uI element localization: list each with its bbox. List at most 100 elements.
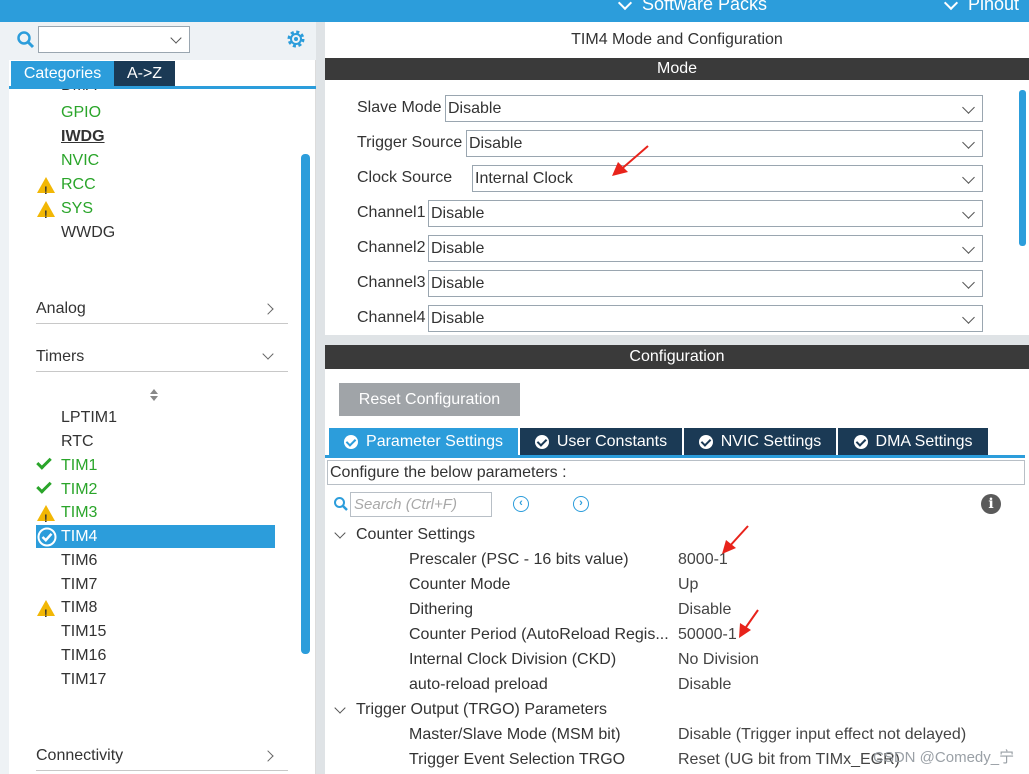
sort-icon[interactable]	[149, 388, 159, 407]
list-item-selected[interactable]: TIM4	[37, 525, 98, 549]
list-item[interactable]: DMA	[61, 89, 97, 98]
select-value: Disable	[431, 310, 485, 327]
list-item[interactable]: LPTIM1	[61, 406, 117, 430]
configuration-header: Configuration	[325, 345, 1029, 369]
param-name: Counter Mode	[409, 576, 511, 593]
chevron-right-icon	[262, 302, 274, 315]
chevron-down-icon	[962, 101, 975, 114]
check-circle-icon	[534, 434, 549, 449]
param-name: Trigger Event Selection TRGO	[409, 751, 626, 768]
clock-source-select[interactable]: Internal Clock	[472, 165, 983, 192]
list-item[interactable]: TIM17	[61, 668, 106, 692]
gear-icon[interactable]	[285, 28, 307, 55]
annotation-arrow	[739, 609, 759, 638]
chevron-down-icon	[962, 206, 975, 219]
list-item[interactable]: TIM16	[61, 644, 106, 668]
pinout-menu[interactable]: Pinout	[943, 0, 1020, 15]
tab-nvic-settings[interactable]: NVIC Settings	[684, 428, 836, 455]
counter-settings-group[interactable]: Counter Settings	[334, 523, 476, 547]
left-scrollbar[interactable]	[301, 154, 310, 654]
chevron-down-icon	[962, 136, 975, 149]
slave-mode-select[interactable]: Disable	[445, 95, 983, 122]
list-item-label: SYS	[61, 200, 94, 217]
chevron-down-icon	[962, 171, 975, 184]
panel-divider	[316, 335, 1029, 345]
category-analog[interactable]: Analog	[36, 294, 288, 324]
clock-source-label: Clock Source	[357, 169, 453, 186]
tab-categories[interactable]: Categories	[11, 61, 114, 86]
tab-label: NVIC Settings	[720, 432, 822, 450]
param-value[interactable]: Disable	[678, 598, 731, 622]
param-name: Master/Slave Mode (MSM bit)	[409, 726, 621, 743]
list-item[interactable]: IWDG	[61, 125, 105, 149]
list-item[interactable]: SYS	[37, 197, 94, 227]
channel1-select[interactable]: Disable	[428, 200, 983, 227]
annotation-arrow	[612, 145, 649, 176]
mode-scrollbar[interactable]	[1019, 90, 1026, 246]
list-item[interactable]: TIM8	[37, 596, 97, 626]
channel4-label: Channel4	[357, 309, 426, 326]
tab-dma-settings[interactable]: DMA Settings	[838, 428, 988, 455]
warning-icon	[37, 600, 55, 626]
annotation-arrow	[722, 525, 749, 554]
list-item[interactable]: GPIO	[61, 101, 101, 125]
param-value[interactable]: Up	[678, 573, 698, 597]
system-core-list: DMA GPIO IWDG NVIC RCC SYS WWDG	[9, 89, 301, 249]
param-name: Prescaler (PSC - 16 bits value)	[409, 551, 629, 568]
list-item[interactable]: TIM3	[37, 501, 98, 531]
search-icon[interactable]	[333, 496, 349, 517]
list-item[interactable]: RTC	[61, 430, 94, 454]
search-next-icon[interactable]: ›	[573, 496, 589, 512]
param-name: Counter Period (AutoReload Regis...	[409, 626, 669, 643]
warning-icon	[37, 177, 55, 203]
list-item[interactable]: RCC	[37, 173, 96, 203]
search-icon[interactable]	[16, 30, 36, 55]
param-name: auto-reload preload	[409, 676, 548, 693]
list-item[interactable]: TIM7	[61, 573, 97, 597]
list-item[interactable]: WWDG	[61, 221, 115, 245]
select-value: Disable	[469, 135, 523, 152]
channel3-label: Channel3	[357, 274, 426, 291]
group-title: Counter Settings	[356, 526, 476, 543]
param-value[interactable]: Disable	[678, 673, 731, 697]
list-item[interactable]: TIM6	[61, 549, 97, 573]
tab-a-to-z[interactable]: A->Z	[114, 61, 175, 86]
list-item[interactable]: TIM1	[36, 454, 98, 478]
trgo-parameters-group[interactable]: Trigger Output (TRGO) Parameters	[334, 698, 608, 722]
parameter-search-input[interactable]: Search (Ctrl+F)	[350, 492, 492, 517]
list-item[interactable]: TIM15	[61, 620, 106, 644]
tab-parameter-settings[interactable]: Parameter Settings	[329, 428, 518, 455]
list-item-label: TIM3	[61, 504, 98, 521]
category-timers[interactable]: Timers	[36, 342, 288, 372]
info-icon[interactable]: i	[981, 494, 1001, 514]
panel-title: TIM4 Mode and Configuration	[571, 31, 783, 48]
reset-configuration-button[interactable]: Reset Configuration	[339, 383, 520, 416]
pinout-label: Pinout	[968, 0, 1020, 14]
select-value: Disable	[431, 275, 485, 292]
param-value[interactable]: Disable (Trigger input effect not delaye…	[678, 723, 966, 747]
group-title: Trigger Output (TRGO) Parameters	[356, 701, 608, 718]
param-value[interactable]: 50000-1	[678, 623, 737, 647]
category-connectivity[interactable]: Connectivity	[36, 741, 288, 771]
tab-user-constants[interactable]: User Constants	[520, 428, 682, 455]
watermark: CSDN @Comedy_宁	[873, 749, 1015, 766]
trigger-source-select[interactable]: Disable	[466, 130, 983, 157]
search-previous-icon[interactable]: ‹	[513, 496, 529, 512]
channel4-select[interactable]: Disable	[428, 305, 983, 332]
list-item-label: TIM1	[61, 457, 98, 474]
category-label: Analog	[36, 299, 86, 317]
channel3-select[interactable]: Disable	[428, 270, 983, 297]
chevron-down-icon	[170, 32, 182, 44]
list-item[interactable]: TIM2	[36, 478, 97, 502]
category-search-combo[interactable]	[38, 26, 190, 53]
list-item-label: TIM4	[61, 528, 98, 545]
software-packs-menu[interactable]: Software Packs	[617, 0, 768, 15]
trigger-source-label: Trigger Source	[357, 134, 463, 151]
channel2-select[interactable]: Disable	[428, 235, 983, 262]
software-packs-label: Software Packs	[642, 0, 768, 14]
select-value: Disable	[448, 100, 502, 117]
param-value[interactable]: Reset (UG bit from TIMx_EGR)	[678, 748, 900, 772]
list-item[interactable]: NVIC	[61, 149, 99, 173]
param-value[interactable]: No Division	[678, 648, 759, 672]
check-circle-icon	[698, 434, 713, 449]
